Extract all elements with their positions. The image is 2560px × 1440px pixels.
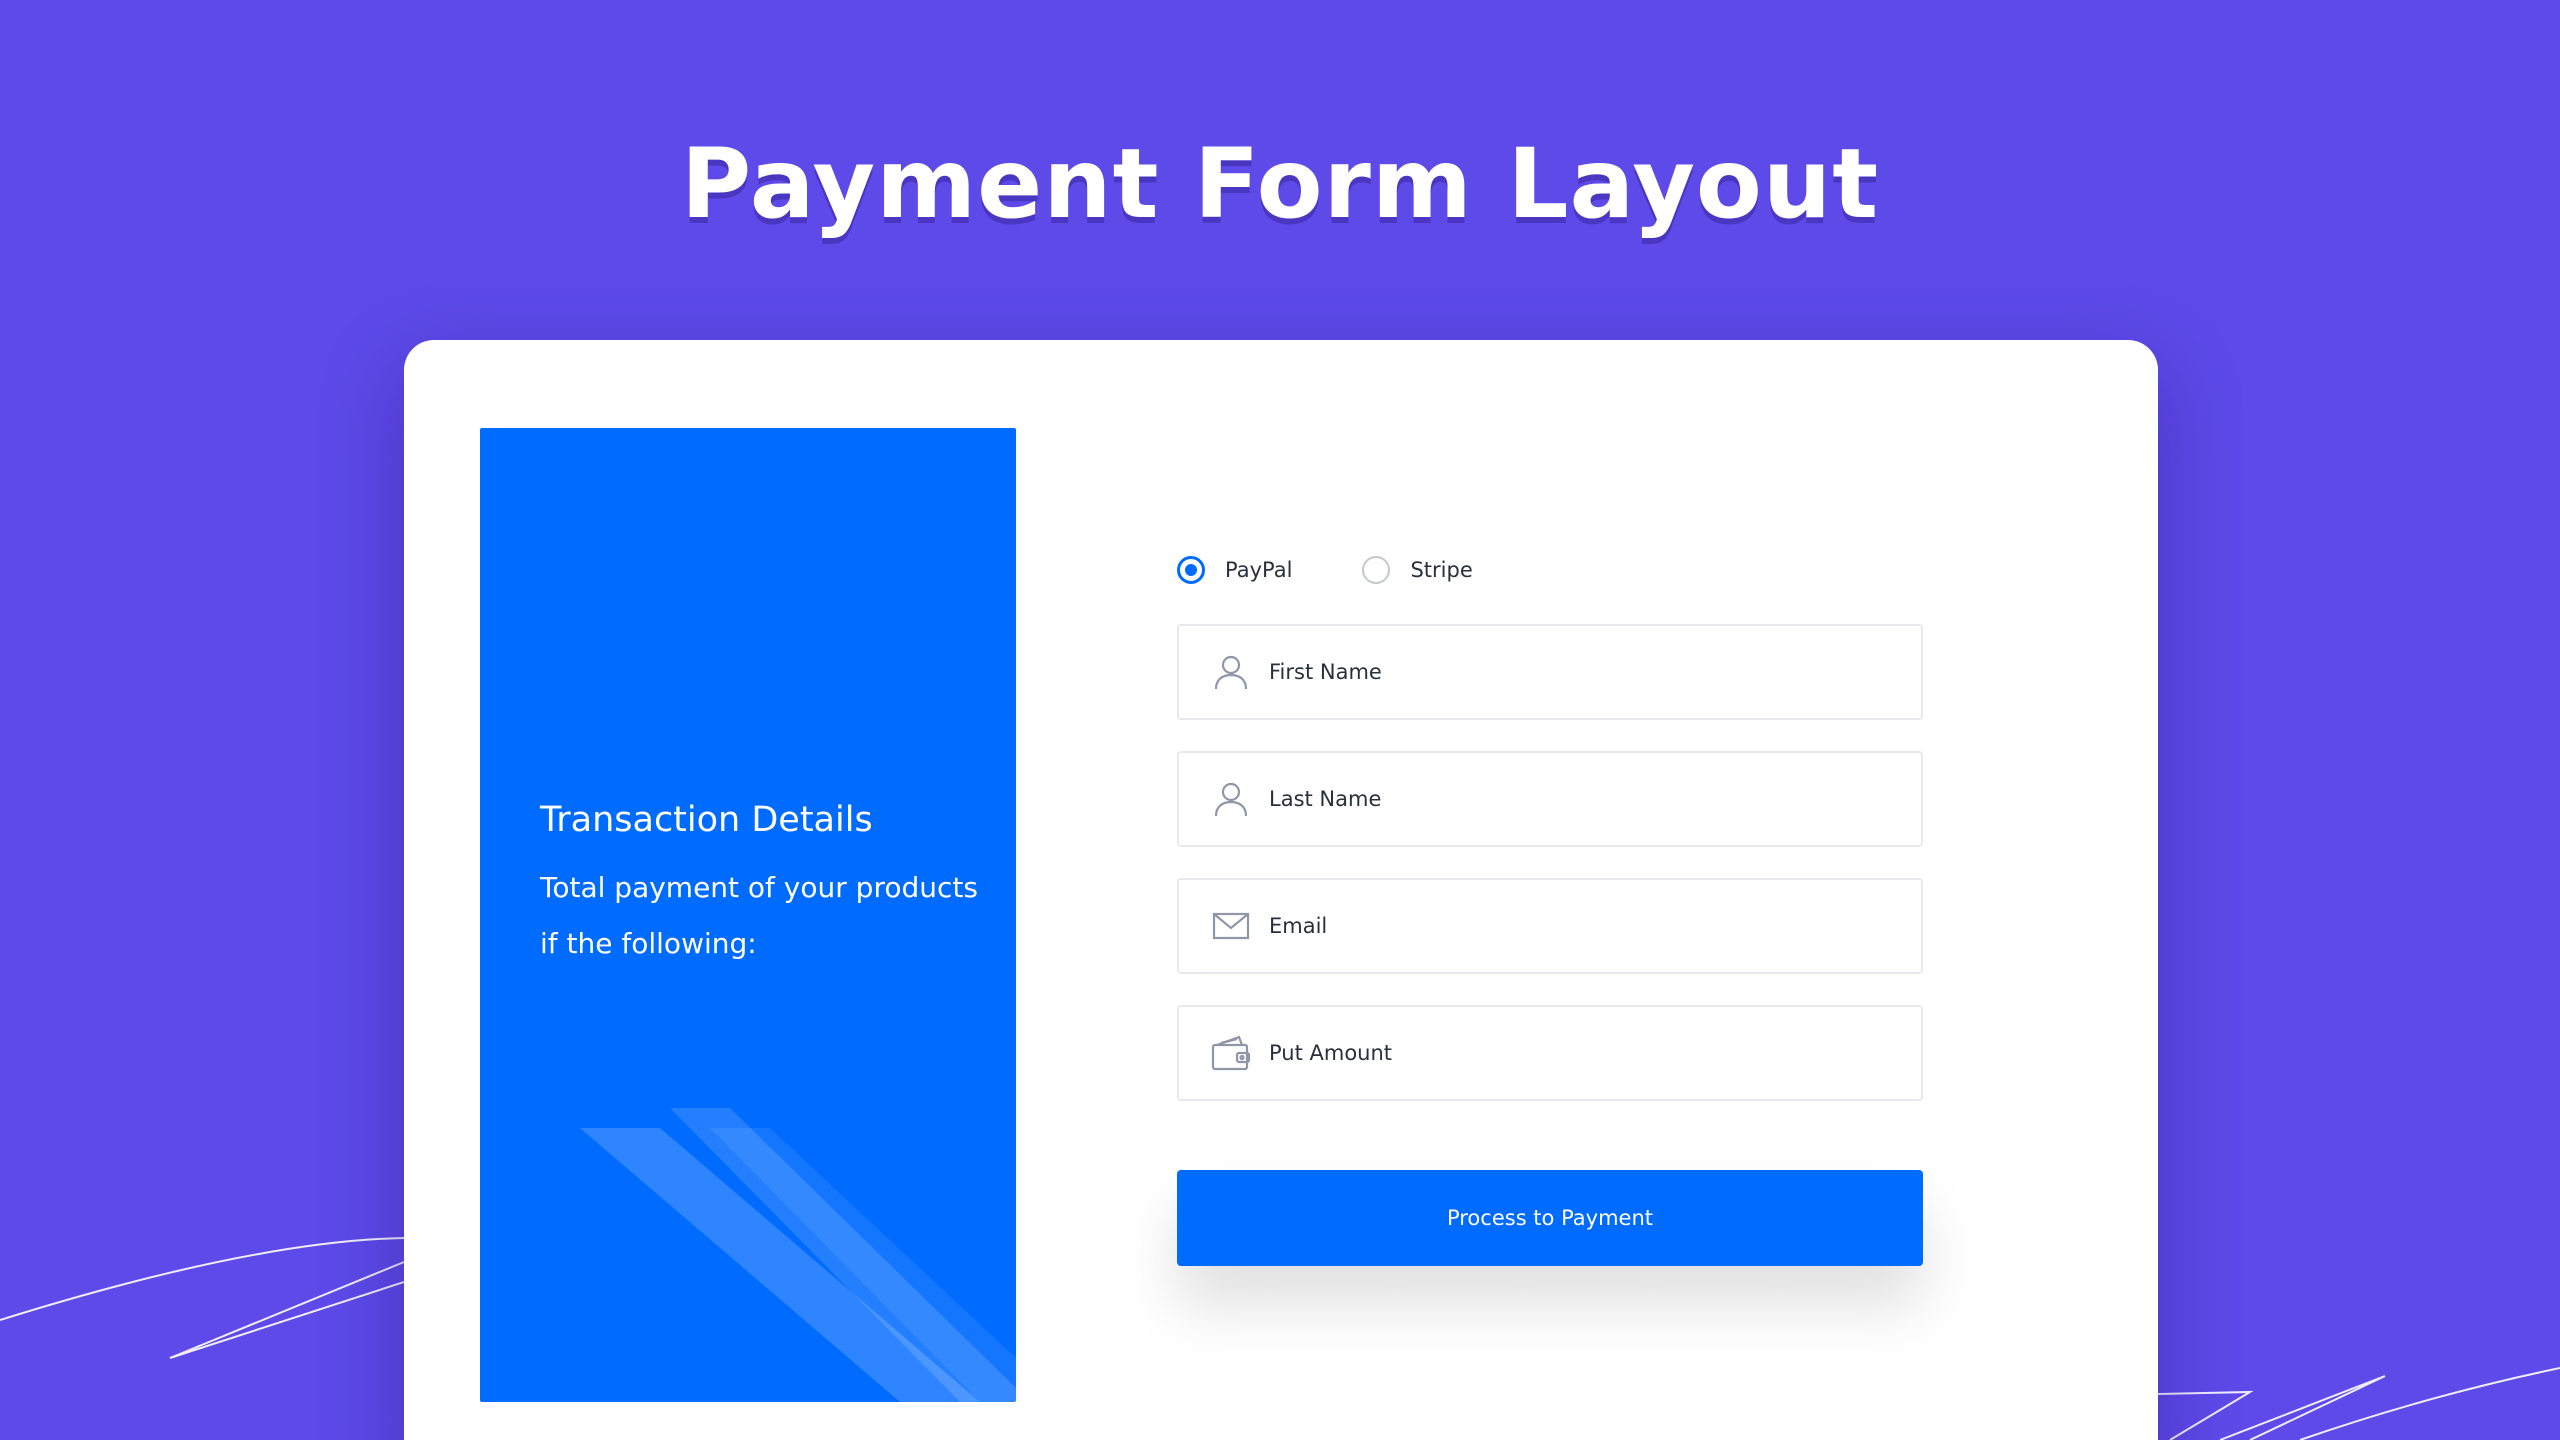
- radio-stripe[interactable]: Stripe: [1362, 556, 1473, 584]
- radio-unchecked-icon[interactable]: [1362, 556, 1391, 584]
- transaction-description: Total payment of your products if the fo…: [540, 871, 978, 960]
- page-title: Payment Form Layout: [680, 128, 1880, 240]
- first-name-field[interactable]: [1177, 624, 1923, 720]
- user-icon: [1211, 779, 1251, 819]
- transaction-title: Transaction Details: [540, 800, 873, 840]
- email-field[interactable]: [1177, 878, 1923, 974]
- last-name-input[interactable]: [1269, 769, 1921, 829]
- payment-method-group: PayPal Stripe: [1177, 554, 1543, 586]
- first-name-input[interactable]: [1269, 642, 1921, 702]
- radio-stripe-label: Stripe: [1410, 558, 1473, 582]
- last-name-field[interactable]: [1177, 751, 1923, 847]
- payment-card: Transaction Details Total payment of you…: [404, 340, 2158, 1440]
- amount-field[interactable]: [1177, 1005, 1923, 1101]
- radio-paypal[interactable]: PayPal: [1177, 556, 1292, 584]
- radio-checked-icon[interactable]: [1177, 556, 1205, 584]
- radio-paypal-label: PayPal: [1225, 558, 1293, 582]
- user-icon: [1211, 652, 1251, 692]
- page: Payment Form Layout Transaction Details …: [0, 0, 2560, 1440]
- envelope-icon: [1211, 906, 1251, 946]
- process-payment-button[interactable]: Process to Payment: [1177, 1170, 1923, 1266]
- email-input[interactable]: [1269, 896, 1921, 956]
- wallet-icon: [1211, 1033, 1251, 1073]
- transaction-panel: Transaction Details Total payment of you…: [480, 428, 1016, 1402]
- amount-input[interactable]: [1269, 1023, 1921, 1083]
- payment-form: PayPal Stripe First Name Last Name Email…: [1177, 340, 1923, 1440]
